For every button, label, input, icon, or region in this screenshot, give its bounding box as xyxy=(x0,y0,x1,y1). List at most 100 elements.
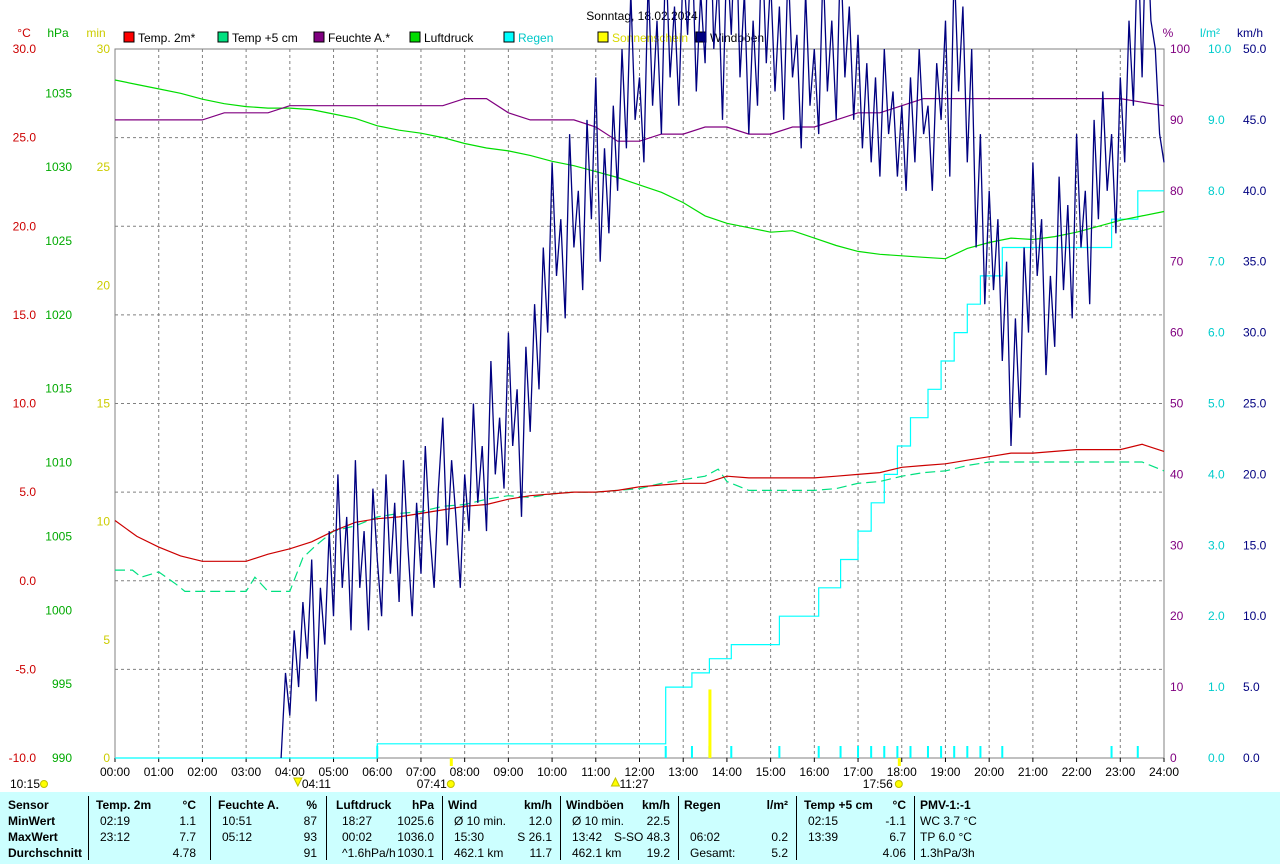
legend-label: Windböen xyxy=(710,31,764,45)
sunrise-tick xyxy=(449,758,453,766)
legend-label: Regen xyxy=(518,31,553,45)
x-tick-label: 13:00 xyxy=(668,765,698,779)
wind-tick: 30.0 xyxy=(1243,326,1267,340)
stat-value: 1.3hPa/3h xyxy=(920,846,975,860)
rain-bar xyxy=(966,746,969,758)
temp-tick: 0.0 xyxy=(19,574,36,588)
x-tick-label: 09:00 xyxy=(493,765,523,779)
rain-bar xyxy=(909,746,912,758)
stat-value: S-SO 48.3 xyxy=(613,830,670,844)
stat-unit: hPa xyxy=(411,798,434,812)
rain-tick: 9.0 xyxy=(1208,113,1225,127)
sun-down-icon xyxy=(293,777,303,788)
sun-tick: 0 xyxy=(103,751,110,765)
rain-tick: 1.0 xyxy=(1208,680,1225,694)
rain-bar xyxy=(376,746,379,758)
stat-time: 13:39 xyxy=(808,830,839,844)
legend-swatch xyxy=(217,31,229,43)
stat-time: 18:27 xyxy=(342,814,373,828)
stat-value: 1.1 xyxy=(179,814,196,828)
stat-header: Regen xyxy=(684,798,721,812)
stat-value: -1.1 xyxy=(885,814,906,828)
rain-bar xyxy=(896,746,899,758)
stat-header: PMV-1:-1 xyxy=(920,798,971,812)
legend-label: Temp +5 cm xyxy=(232,31,298,45)
x-tick-label: 11:00 xyxy=(581,765,610,779)
column-divider xyxy=(442,796,443,860)
rain-bar xyxy=(883,746,886,758)
stat-time: 05:12 xyxy=(222,830,253,844)
rain-tick: 4.0 xyxy=(1208,467,1225,481)
wind-tick: 20.0 xyxy=(1243,467,1267,481)
stat-value: 19.2 xyxy=(646,846,670,860)
stat-value: 91 xyxy=(303,846,317,860)
stat-time: Ø 10 min. xyxy=(454,814,507,828)
x-tick-label: 21:00 xyxy=(1018,765,1048,779)
stat-value: 22.5 xyxy=(646,814,670,828)
rain-tick: 0.0 xyxy=(1208,751,1225,765)
x-tick-label: 15:00 xyxy=(756,765,786,779)
temp-tick: 15.0 xyxy=(13,308,37,322)
legend-label: Luftdruck xyxy=(424,31,474,45)
stat-header: Windböen xyxy=(566,798,624,812)
marker-label: 04:11 xyxy=(302,777,331,791)
wind-tick: 5.0 xyxy=(1243,680,1260,694)
sun-up-icon xyxy=(610,776,621,787)
rain-bar xyxy=(839,746,842,758)
press-tick: 1000 xyxy=(45,603,72,617)
legend-label: Temp. 2m* xyxy=(138,31,196,45)
stat-time: 23:12 xyxy=(100,830,131,844)
temp-tick: 20.0 xyxy=(13,219,37,233)
stat-header: Luftdruck xyxy=(336,798,392,812)
wind-tick: 25.0 xyxy=(1243,397,1267,411)
hum-tick: 30 xyxy=(1170,538,1184,552)
press-tick: 1030 xyxy=(45,160,72,174)
rain-tick: 5.0 xyxy=(1208,397,1225,411)
press-tick: 995 xyxy=(52,677,72,691)
stat-time: 02:15 xyxy=(808,814,839,828)
x-tick-label: 02:00 xyxy=(187,765,217,779)
wind-tick: 35.0 xyxy=(1243,255,1267,269)
hum-tick: 0 xyxy=(1170,751,1177,765)
press-tick: 1020 xyxy=(45,308,72,322)
rain-bar xyxy=(1136,746,1139,758)
press-tick: 990 xyxy=(52,751,72,765)
rain-tick: 2.0 xyxy=(1208,609,1225,623)
hum-tick: 60 xyxy=(1170,326,1184,340)
column-divider xyxy=(560,796,561,860)
stat-header: Sensor xyxy=(8,798,49,812)
rain-bar xyxy=(940,746,943,758)
stat-time: ^1.6hPa/h xyxy=(342,846,396,860)
stat-value: 1025.6 xyxy=(397,814,434,828)
press-tick: 1025 xyxy=(45,234,72,248)
rain-bar xyxy=(664,746,667,758)
hum-tick: 40 xyxy=(1170,467,1184,481)
temp-tick: -5.0 xyxy=(15,662,36,676)
rain-bar xyxy=(870,746,873,758)
hum-tick: 10 xyxy=(1170,680,1184,694)
legend-label: Feuchte A.* xyxy=(328,31,390,45)
stat-time: 06:02 xyxy=(690,830,721,844)
current-time-label: 10:15 xyxy=(10,777,40,791)
stat-value: 7.7 xyxy=(179,830,196,844)
sunset-tick xyxy=(897,758,901,766)
stat-row-label: MinWert xyxy=(8,814,56,828)
x-tick-label: 04:00 xyxy=(275,765,305,779)
x-tick-label: 06:00 xyxy=(362,765,392,779)
wind-tick: 50.0 xyxy=(1243,42,1267,56)
stat-time: Gesamt: xyxy=(690,846,736,860)
wind-unit: km/h xyxy=(1237,26,1263,40)
rain-tick: 3.0 xyxy=(1208,538,1225,552)
column-divider xyxy=(796,796,797,860)
sun-bar xyxy=(708,689,712,758)
temp-tick: -10.0 xyxy=(9,751,37,765)
hum-unit: % xyxy=(1163,26,1174,40)
wind-tick: 15.0 xyxy=(1243,538,1267,552)
x-tick-label: 14:00 xyxy=(712,765,742,779)
stat-value: 1036.0 xyxy=(397,830,434,844)
temp-tick: 10.0 xyxy=(13,397,37,411)
rain-bar xyxy=(730,746,733,758)
sunrise-label: 07:41 xyxy=(417,777,447,791)
temp-tick: 25.0 xyxy=(13,131,37,145)
legend-swatch xyxy=(503,31,515,43)
